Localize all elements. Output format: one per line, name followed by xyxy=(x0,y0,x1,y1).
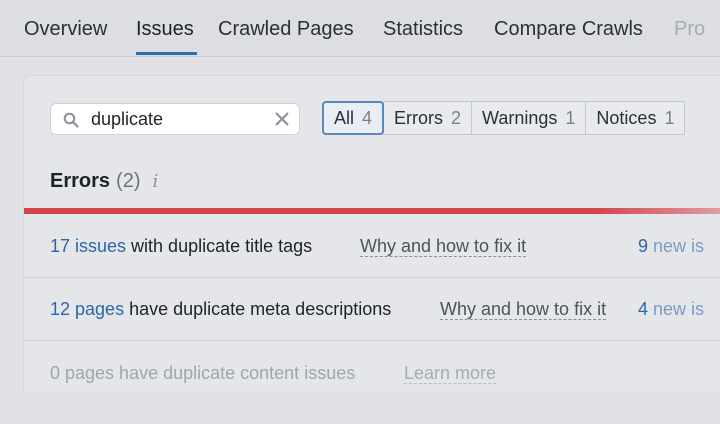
fix-label: Why and how to fix it xyxy=(360,236,527,257)
filter-errors[interactable]: Errors 2 xyxy=(383,101,473,135)
learn-more-label: Learn more xyxy=(404,363,497,384)
active-tab-indicator xyxy=(136,52,197,55)
tab-issues[interactable]: Issues xyxy=(136,18,194,41)
fix-link[interactable]: Why and how to fix it xyxy=(360,215,527,277)
tab-crawled-pages[interactable]: Crawled Pages xyxy=(218,18,354,41)
tab-overview[interactable]: Overview xyxy=(24,18,107,41)
bottom-fade xyxy=(0,392,720,424)
new-label: new is xyxy=(648,299,705,319)
fix-link[interactable]: Why and how to fix it xyxy=(440,278,607,340)
issue-description: 12 pages have duplicate meta description… xyxy=(50,278,391,340)
filter-notices[interactable]: Notices 1 xyxy=(585,101,686,135)
search-box[interactable] xyxy=(50,103,300,135)
new-label: new is xyxy=(648,236,705,256)
clear-search-icon[interactable] xyxy=(273,110,291,128)
error-severity-bar xyxy=(24,208,720,214)
search-icon xyxy=(63,112,79,128)
filter-count: 2 xyxy=(451,107,462,128)
tab-progress[interactable]: Pro xyxy=(674,18,705,41)
filter-warnings[interactable]: Warnings 1 xyxy=(471,101,587,135)
filter-label: Warnings xyxy=(482,107,558,128)
info-icon[interactable]: i xyxy=(152,171,158,192)
new-count: 9 xyxy=(638,236,649,256)
filter-count: 1 xyxy=(664,107,675,128)
filter-all[interactable]: All 4 xyxy=(322,101,385,135)
issue-description: 17 issues with duplicate title tags xyxy=(50,215,312,277)
search-input[interactable] xyxy=(91,107,261,131)
new-issues-link[interactable]: 9 new is xyxy=(638,215,704,277)
issue-type-filter: All 4 Errors 2 Warnings 1 Notices 1 xyxy=(322,101,686,137)
filter-count: 1 xyxy=(565,107,576,128)
filter-count: 4 xyxy=(362,107,373,128)
new-issues-link[interactable]: 4 new is xyxy=(638,278,704,340)
fix-label: Why and how to fix it xyxy=(440,299,607,320)
tab-statistics[interactable]: Statistics xyxy=(383,18,463,41)
filter-label: Errors xyxy=(394,107,444,128)
filter-label: All xyxy=(334,107,355,128)
errors-heading: Errors (2) i xyxy=(50,170,158,193)
issue-text: have duplicate meta descriptions xyxy=(124,299,392,319)
issue-row: 12 pages have duplicate meta description… xyxy=(24,278,720,341)
issue-text: with duplicate title tags xyxy=(126,236,313,256)
section-count: (2) xyxy=(116,170,141,192)
issue-count-link[interactable]: 12 pages xyxy=(50,299,124,319)
issue-count-link[interactable]: 17 issues xyxy=(50,236,126,256)
tab-compare-crawls[interactable]: Compare Crawls xyxy=(494,18,643,41)
top-navigation: Overview Issues Crawled Pages Statistics… xyxy=(0,0,720,57)
issue-row: 17 issues with duplicate title tags Why … xyxy=(24,215,720,278)
filter-label: Notices xyxy=(596,107,657,128)
section-title: Errors xyxy=(50,170,111,192)
new-count: 4 xyxy=(638,299,649,319)
